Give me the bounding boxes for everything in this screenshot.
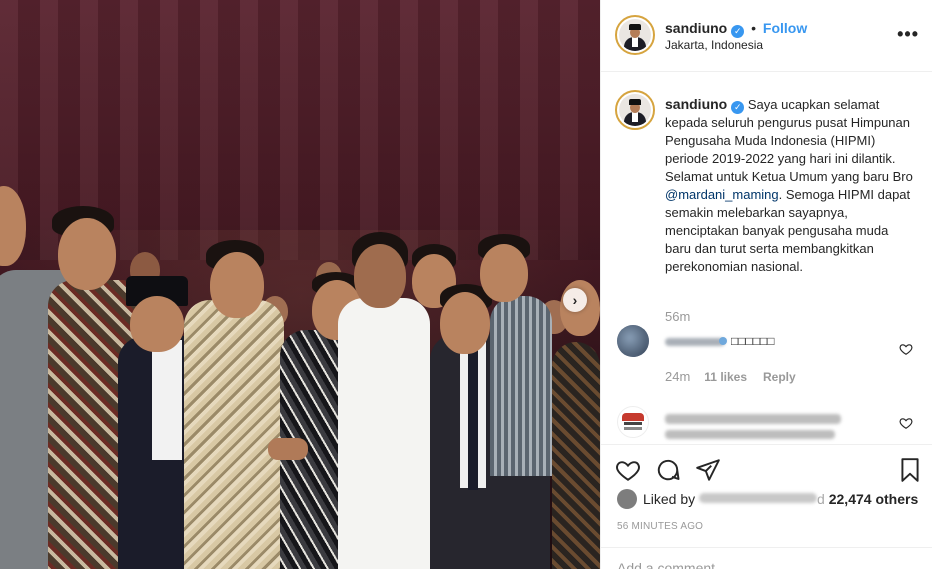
post-side-panel: sandiuno ✓ • Follow Jakarta, Indonesia ••… [600, 0, 932, 569]
caption-author-avatar[interactable] [615, 90, 655, 130]
post-caption: sandiuno ✓ Saya ucapkan selamat kepada se… [665, 95, 915, 276]
add-comment-placeholder[interactable]: Add a comment… [617, 560, 729, 569]
likes-count[interactable]: 22,474 others [829, 491, 919, 507]
author-avatar[interactable] [615, 15, 655, 55]
blurred-comment-line [665, 430, 835, 439]
blurred-comment-line [665, 414, 841, 424]
comment-meta: 24m 11 likes Reply [665, 369, 796, 384]
comment-like-heart-icon[interactable] [899, 416, 913, 430]
comment-likes-count[interactable]: 11 likes [704, 370, 747, 384]
liked-by-label: Liked by [643, 491, 696, 507]
commenter-avatar[interactable] [617, 325, 649, 357]
comment-text: □□□□□□ [731, 334, 775, 348]
commenter-avatar[interactable] [617, 406, 649, 438]
comment-bubble-icon[interactable] [655, 457, 681, 483]
comment-reply-button[interactable]: Reply [763, 370, 796, 384]
carousel-next-button[interactable]: › [563, 288, 587, 312]
post-header: sandiuno ✓ • Follow Jakarta, Indonesia ••… [601, 0, 932, 72]
share-paper-plane-icon[interactable] [695, 457, 721, 483]
chevron-right-icon: › [572, 292, 578, 308]
author-username[interactable]: sandiuno [665, 20, 727, 36]
liked-by-row[interactable]: Liked by d 22,474 others [617, 489, 918, 509]
caption-timestamp[interactable]: 56m [665, 309, 690, 324]
liked-and-label: d [817, 491, 829, 507]
follow-button[interactable]: Follow [763, 20, 807, 36]
comments-scroll-area[interactable]: sandiuno ✓ Saya ucapkan selamat kepada se… [601, 72, 932, 444]
action-bar [601, 444, 932, 494]
comment-timestamp[interactable]: 24m [665, 369, 690, 384]
verified-badge-icon: ✓ [731, 25, 745, 38]
add-comment-area[interactable]: Add a comment… [601, 547, 932, 569]
post-time-ago[interactable]: 56 MINUTES AGO [617, 521, 703, 532]
mention-link[interactable]: @mardani_maming [665, 187, 779, 202]
verified-badge-icon: ✓ [731, 101, 745, 114]
save-bookmark-icon[interactable] [897, 457, 923, 483]
location-link[interactable]: Jakarta, Indonesia [665, 38, 763, 52]
blurred-liker-name [699, 493, 818, 503]
post-photo[interactable]: › [0, 0, 600, 569]
liker-avatar [617, 489, 637, 509]
like-heart-icon[interactable] [615, 457, 641, 483]
more-options-icon[interactable]: ••• [897, 24, 919, 45]
caption-username[interactable]: sandiuno [665, 96, 727, 112]
separator-dot: • [751, 20, 757, 36]
comment-like-heart-icon[interactable] [899, 342, 913, 356]
blurred-username [665, 338, 725, 346]
